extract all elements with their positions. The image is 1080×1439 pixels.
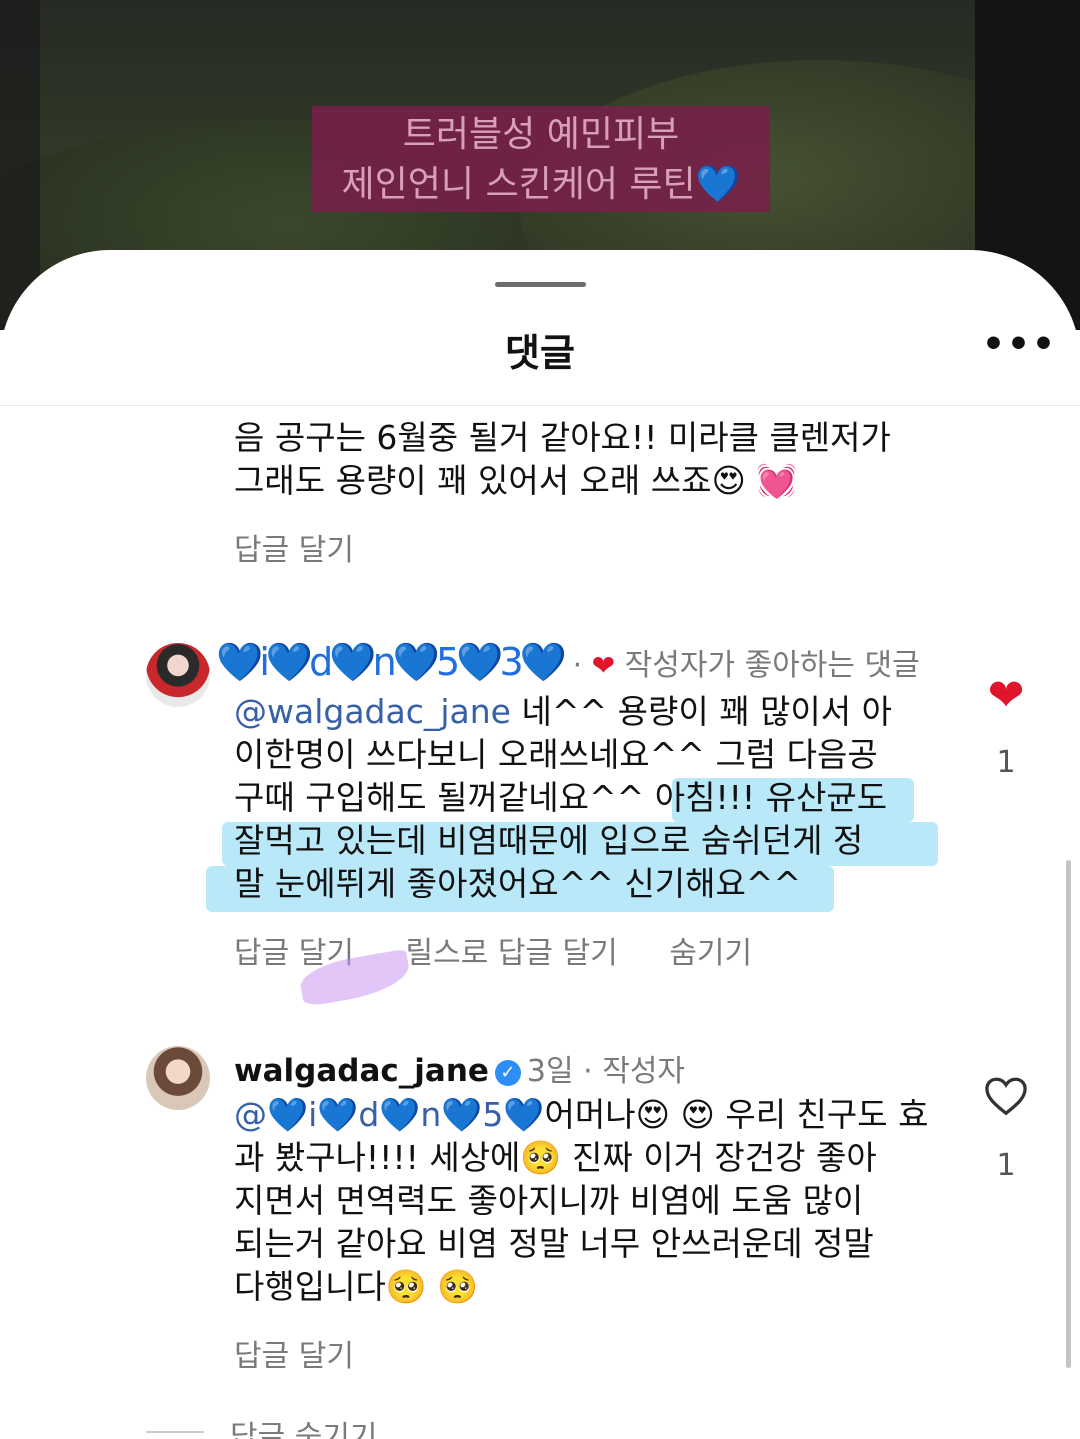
sheet-title: 댓글 [505,331,575,375]
comment-line: 이한명이 쓰다보니 오래쓰네요^^ 그럼 다음공 [234,735,878,774]
caption-line-2: 제인언니 스킨케어 루틴💙 [341,164,741,205]
comment-line: 되는거 같아요 비염 정말 너무 안쓰러운데 정말 [234,1224,874,1263]
comment-line: 지면서 면역력도 좋아지니까 비염에 도움 많이 [234,1181,864,1220]
comment-time: 3일 [526,1054,574,1089]
heart-outline-icon[interactable] [984,1076,1028,1127]
comments-sheet: 댓글 ••• 음 공구는 6월중 될거 같아요!! 미라클 클렌저가 그래도 용… [0,250,1080,1439]
comment-text: 음 공구는 6월중 될거 같아요!! 미라클 클렌저가 그래도 용량이 꽤 있어… [234,416,934,502]
comment-header: walgadac_jane ✓ 3일 · 작성자 [234,1046,685,1090]
like-count: 1 [996,745,1016,780]
avatar[interactable] [146,1046,210,1110]
blue-heart-icon: 💙 [695,164,741,205]
author-label: · 작성자 [583,1054,686,1089]
username[interactable]: 💙i💙d💙n💙5💙3💙 [216,640,567,684]
heart-filled-icon[interactable]: ❤ [984,670,1028,721]
verified-badge-icon: ✓ [494,1059,521,1086]
like-count: 1 [996,1148,1016,1183]
mention-link[interactable]: @walgadac_jane [234,692,511,731]
creator-liked-label: 작성자가 좋아하는 댓글 [624,648,920,683]
comment-line: 음 공구는 6월중 될거 같아요!! 미라클 클렌저가 [234,418,891,457]
video-caption: 트러블성 예민피부 제인언니 스킨케어 루틴💙 [312,106,770,210]
mention-link[interactable]: @💙i💙d💙n💙5💙 [234,1095,544,1134]
reels-reply-button[interactable]: 릴스로 답글 달기 [405,936,617,971]
comment-line: @walgadac_jane 네^^ 용량이 꽤 많이서 아 [234,692,892,731]
more-horizontal-icon[interactable]: ••• [982,324,1057,365]
comment-line: 잘먹고 있는데 비염때문에 입으로 숨쉬던게 정 [234,821,864,860]
hide-replies-button[interactable]: 답글 숨기기 [230,1412,420,1439]
comment-actions: 답글 달기 [234,1331,396,1375]
comment-text: @walgadac_jane 네^^ 용량이 꽤 많이서 아 이한명이 쓰다보니… [234,690,934,905]
replies-divider [146,1431,204,1433]
sheet-drag-handle[interactable] [495,282,586,287]
username[interactable]: walgadac_jane [234,1053,489,1089]
comment-text: @💙i💙d💙n💙5💙어머나😍 😍 우리 친구도 효 과 봤구나!!!! 세상에🥺… [234,1093,934,1308]
scrollbar[interactable] [1066,860,1071,1368]
comment-actions: 답글 달기 릴스로 답글 달기 숨기기 [234,928,794,972]
reply-button[interactable]: 답글 달기 [234,533,354,568]
comment-actions: 답글 달기 [234,525,396,569]
comment-line: 구때 구입해도 될꺼같네요^^ 아침!!! 유산균도 [234,778,888,817]
hide-button[interactable]: 숨기기 [669,936,752,971]
caption-line-1: 트러블성 예민피부 [402,114,680,155]
comment-line: 그래도 용량이 꽤 있어서 오래 쓰죠😍 💓 [234,461,798,500]
heart-icon: ❤ [591,649,616,682]
comment-line: 말 눈에뛰게 좋아졌어요^^ 신기해요^^ [234,864,802,903]
reply-button[interactable]: 답글 달기 [234,1339,354,1374]
separator: · [572,648,583,683]
comment-line: 과 봤구나!!!! 세상에🥺 진짜 이거 장건강 좋아 [234,1138,877,1177]
header-divider [0,405,1080,406]
comment-line: @💙i💙d💙n💙5💙어머나😍 😍 우리 친구도 효 [234,1095,929,1134]
comment-header: 💙i💙d💙n💙5💙3💙 · ❤ 작성자가 좋아하는 댓글 [216,640,920,685]
comment-line: 다행입니다🥺 🥺 [234,1267,479,1306]
avatar[interactable] [146,643,210,707]
